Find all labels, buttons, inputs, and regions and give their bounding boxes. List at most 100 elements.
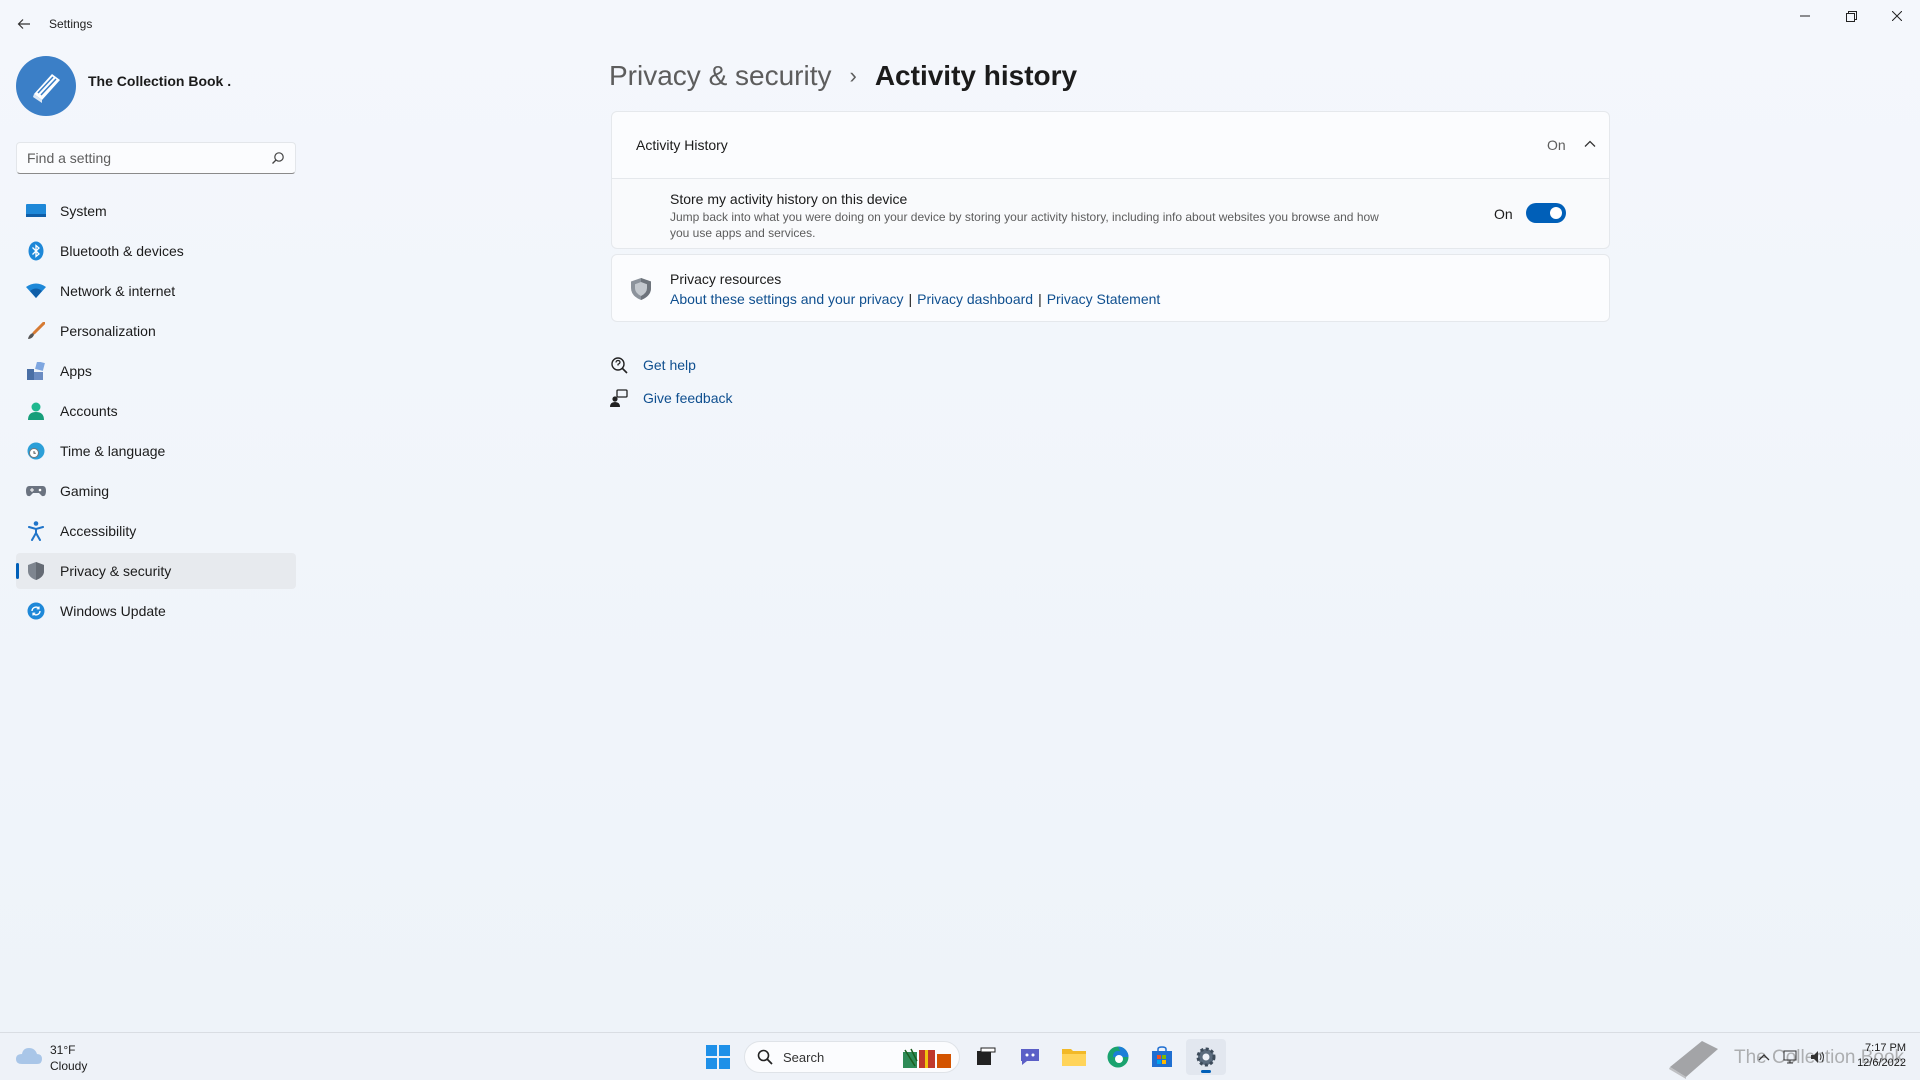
sidebar-item-label: Network & internet [60,283,176,299]
app-title: Settings [49,17,93,31]
task-view-button[interactable] [966,1039,1006,1075]
store-activity-toggle[interactable] [1526,203,1566,223]
shield-icon [631,278,651,300]
settings-window: Settings The Collection Book . Syste [0,0,1920,1032]
close-button[interactable] [1874,0,1920,32]
feedback-icon [609,388,629,408]
clock-date: 12/6/2022 [1857,1057,1906,1069]
activity-history-title: Activity History [636,137,728,153]
globe-clock-icon [26,442,46,460]
get-help-link[interactable]: Get help [643,357,696,373]
sidebar-item-label: System [60,203,107,219]
sidebar-item-gaming[interactable]: Gaming [16,473,296,509]
privacy-statement-link[interactable]: Privacy Statement [1047,291,1161,307]
breadcrumb: Privacy & security › Activity history [609,54,1077,98]
account-icon [26,402,46,420]
give-feedback-link[interactable]: Give feedback [643,390,733,406]
search-icon[interactable] [271,151,285,165]
breadcrumb-parent[interactable]: Privacy & security [609,60,832,92]
clock-time: 7:17 PM [1865,1042,1906,1054]
taskbar-search[interactable]: Search [744,1041,960,1073]
weather-temperature: 31°F [50,1043,76,1057]
privacy-resources-card: Privacy resources About these settings a… [611,254,1610,322]
toggle-knob [1550,207,1562,219]
search-highlight-icon [903,1048,951,1068]
brush-icon [26,322,46,340]
task-view-icon [977,1047,996,1065]
bluetooth-icon [26,241,46,261]
search-input[interactable] [17,143,257,173]
page-title: Activity history [874,60,1078,91]
edge-browser-icon [1107,1046,1129,1068]
minimize-button[interactable] [1782,0,1828,32]
sidebar-item-accounts[interactable]: Accounts [16,393,296,429]
store-activity-description: Jump back into what you were doing on yo… [670,210,1379,240]
sidebar-item-accessibility[interactable]: Accessibility [16,513,296,549]
gear-icon [1196,1047,1216,1067]
chevron-up-icon[interactable] [1758,1052,1770,1062]
settings-taskbar-button[interactable] [1186,1039,1226,1075]
get-help-icon [609,355,629,375]
chevron-up-icon[interactable] [1582,136,1598,152]
gamepad-icon [26,482,46,500]
search-icon [757,1049,773,1065]
system-icon [26,202,46,220]
restore-icon [1845,10,1857,22]
back-button[interactable] [10,12,38,36]
sidebar-item-time-language[interactable]: Time & language [16,433,296,469]
sidebar-item-windows-update[interactable]: Windows Update [16,593,296,629]
update-icon [26,602,46,620]
chat-icon [1021,1049,1039,1065]
store-activity-title: Store my activity history on this device [670,191,908,207]
book-logo-icon [33,74,60,103]
activity-history-state: On [1547,137,1566,153]
restore-button[interactable] [1828,0,1874,32]
sidebar-item-apps[interactable]: Apps [16,353,296,389]
about-settings-privacy-link[interactable]: About these settings and your privacy [670,291,903,307]
sidebar-item-label: Privacy & security [60,563,172,579]
network-icon[interactable] [1782,1050,1798,1064]
accessibility-icon [26,521,46,541]
weather-condition: Cloudy [50,1059,88,1073]
sidebar-item-label: Personalization [60,323,156,339]
sidebar-item-system[interactable]: System [16,193,296,229]
sidebar-item-bluetooth[interactable]: Bluetooth & devices [16,233,296,269]
cloud-icon [16,1048,42,1064]
store-button[interactable] [1142,1039,1182,1075]
get-help-row[interactable]: Get help [609,353,696,377]
settings-search-box[interactable] [16,142,296,174]
file-explorer-button[interactable] [1054,1039,1094,1075]
folder-icon [1062,1049,1086,1066]
toggle-state-label: On [1494,206,1513,222]
link-separator: | [908,291,913,307]
taskbar-apps: Search [698,1039,1230,1075]
sidebar-item-label: Time & language [60,443,166,459]
give-feedback-row[interactable]: Give feedback [609,386,733,410]
apps-icon [26,362,46,380]
activity-history-expander[interactable]: Activity History On [611,111,1610,179]
close-icon [1892,11,1902,21]
taskbar: 31°F Cloudy Search The Collection Book 7… [0,1032,1920,1080]
profile-card[interactable]: The Collection Book . [16,56,296,120]
chat-button[interactable] [1010,1039,1050,1075]
start-button[interactable] [698,1039,738,1075]
title-bar: Settings [0,0,1920,48]
system-tray [1758,1043,1826,1071]
weather-widget[interactable]: 31°F Cloudy [16,1039,106,1075]
privacy-resources-links: About these settings and your privacy | … [670,291,1160,307]
volume-icon[interactable] [1810,1050,1826,1064]
microsoft-store-icon [1152,1046,1172,1067]
windows-logo-icon [706,1045,730,1069]
sidebar-item-label: Apps [60,363,92,379]
privacy-dashboard-link[interactable]: Privacy dashboard [917,291,1033,307]
book-icon [1669,1041,1718,1079]
sidebar-item-network[interactable]: Network & internet [16,273,296,309]
sidebar-item-personalization[interactable]: Personalization [16,313,296,349]
sidebar-item-privacy-security[interactable]: Privacy & security [16,553,296,589]
edge-button[interactable] [1098,1039,1138,1075]
avatar [16,56,76,116]
taskbar-clock[interactable]: 7:17 PM 12/6/2022 [1842,1041,1906,1071]
minimize-icon [1800,15,1810,17]
sidebar-item-label: Accessibility [60,523,137,539]
sidebar-item-label: Windows Update [60,603,166,619]
